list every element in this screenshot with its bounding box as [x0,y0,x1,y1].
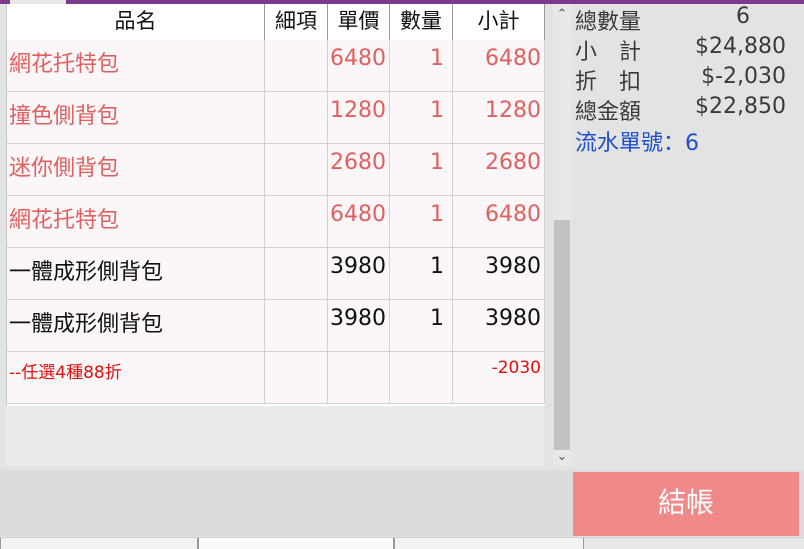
serial-number: 流水單號：6 [575,131,699,156]
discount-row[interactable]: --任選4種88折 -2030 [7,352,545,404]
quantity-cell: 1 [390,92,453,144]
chevron-down-icon[interactable]: ⌄ [553,448,571,466]
total-quantity-label: 總數量 [575,10,642,35]
item-name-cell: 網花托特包 [7,196,265,248]
discount-value: $-2,030 [701,64,786,89]
summary-grand-total: 總金額 $22,850 [575,94,804,125]
bottom-tab-3[interactable] [394,538,584,549]
detail-cell [265,300,328,352]
item-name-cell: 一體成形側背包 [7,248,265,300]
order-items-table: 品名 細項 單價 數量 小計 網花托特包 6480 1 6480 撞色側背包 1280 1 1… [6,4,545,407]
table-row[interactable]: 網花托特包 6480 1 6480 [7,196,545,248]
grand-total-label: 總金額 [575,100,642,125]
header-subtotal[interactable]: 小計 [453,4,545,40]
order-summary: 總數量 6 小 計 $24,880 折 扣 $-2,030 總金額 $22,85… [575,4,804,156]
quantity-cell: 1 [390,40,453,92]
detail-cell [265,352,328,404]
unit-price-cell [328,352,390,404]
subtotal-cell: 3980 [453,300,545,352]
detail-cell [265,144,328,196]
scrollbar-thumb[interactable] [554,220,570,450]
subtotal-cell: 1280 [453,92,545,144]
subtotal-cell: 6480 [453,196,545,248]
table-row[interactable]: 一體成形側背包 3980 1 3980 [7,248,545,300]
quantity-cell: 1 [390,248,453,300]
item-name-cell: 迷你側背包 [7,144,265,196]
header-detail[interactable]: 細項 [265,4,328,40]
discount-label: 折 扣 [575,70,642,95]
bottom-tab-2[interactable] [198,538,394,549]
unit-price-cell: 3980 [328,300,390,352]
detail-cell [265,40,328,92]
summary-subtotal: 小 計 $24,880 [575,34,804,65]
chevron-up-icon[interactable]: ⌃ [553,6,571,24]
quantity-cell: 1 [390,196,453,248]
table-body: 網花托特包 6480 1 6480 撞色側背包 1280 1 1280 迷你側背包 2680 1 26… [7,40,545,404]
subtotal-value: $24,880 [695,34,786,59]
unit-price-cell: 6480 [328,196,390,248]
detail-cell [265,196,328,248]
summary-total-quantity: 總數量 6 [575,4,804,35]
subtotal-label: 小 計 [575,40,642,65]
summary-discount: 折 扣 $-2,030 [575,64,804,95]
grand-total-value: $22,850 [695,94,786,119]
quantity-cell: 1 [390,300,453,352]
quantity-cell: 1 [390,144,453,196]
detail-cell [265,248,328,300]
unit-price-cell: 2680 [328,144,390,196]
header-item-name[interactable]: 品名 [7,4,265,40]
bottom-tab-strip [0,537,804,549]
item-name-cell: 網花托特包 [7,40,265,92]
detail-cell [265,92,328,144]
table-row[interactable]: 一體成形側背包 3980 1 3980 [7,300,545,352]
bottom-tab-1[interactable] [0,538,198,549]
table-empty-area [6,406,544,466]
header-quantity[interactable]: 數量 [390,4,453,40]
unit-price-cell: 3980 [328,248,390,300]
quantity-cell [390,352,453,404]
header-unit-price[interactable]: 單價 [328,4,390,40]
subtotal-cell: 3980 [453,248,545,300]
table-row[interactable]: 迷你側背包 2680 1 2680 [7,144,545,196]
unit-price-cell: 6480 [328,40,390,92]
subtotal-cell: 6480 [453,40,545,92]
item-name-cell: 撞色側背包 [7,92,265,144]
subtotal-cell: 2680 [453,144,545,196]
table-row[interactable]: 撞色側背包 1280 1 1280 [7,92,545,144]
unit-price-cell: 1280 [328,92,390,144]
table-header: 品名 細項 單價 數量 小計 [7,4,545,41]
item-name-cell: --任選4種88折 [7,352,265,404]
item-name-cell: 一體成形側背包 [7,300,265,352]
table-row[interactable]: 網花托特包 6480 1 6480 [7,40,545,92]
vertical-scrollbar[interactable]: ⌃ ⌄ [553,4,571,466]
total-quantity-value: 6 [736,4,750,29]
checkout-button[interactable]: 結帳 [573,472,799,536]
subtotal-cell: -2030 [453,352,545,404]
